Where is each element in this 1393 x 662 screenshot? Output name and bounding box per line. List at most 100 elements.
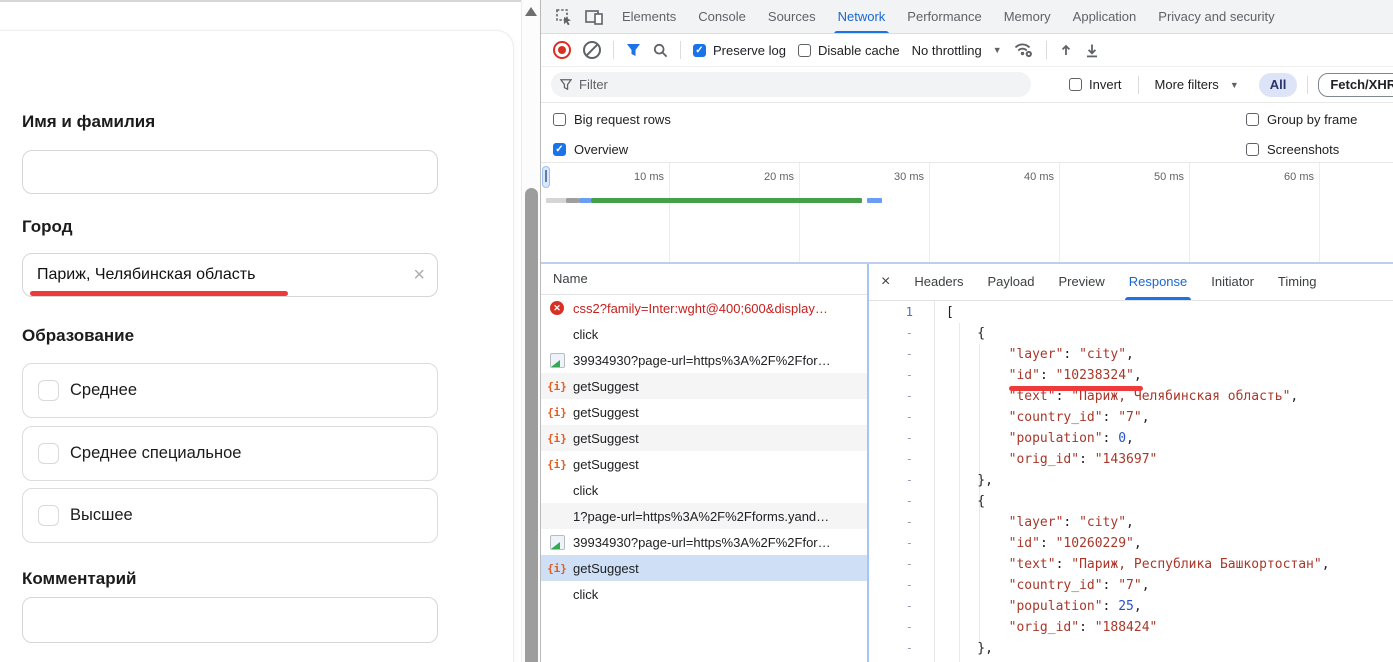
big-request-rows-checkbox[interactable]: Big request rows	[553, 112, 671, 127]
overview-checkbox-box[interactable]	[553, 143, 566, 156]
overview-drag-handle[interactable]	[542, 166, 550, 188]
export-har-icon[interactable]	[1085, 43, 1099, 58]
devtools-tab-performance[interactable]: Performance	[896, 0, 992, 34]
education-option-[interactable]: Высшее	[22, 488, 438, 543]
request-name: 39934930?page-url=https%3A%2F%2Ffor…	[573, 353, 831, 368]
detail-tab-headers[interactable]: Headers	[902, 264, 975, 300]
devtools-tab-network[interactable]: Network	[827, 0, 897, 34]
request-row-39934930-page-url-https-[interactable]: 39934930?page-url=https%3A%2F%2Ffor…	[541, 347, 867, 373]
no-icon-spacer	[549, 482, 565, 498]
filter-input[interactable]: Filter	[551, 72, 1031, 97]
request-row-1-page-url-https-3a-2f-2[interactable]: 1?page-url=https%3A%2F%2Fforms.yand…	[541, 503, 867, 529]
response-json-line: "text": "Париж, Республика Башкортостан"…	[946, 554, 1393, 575]
education-option-[interactable]: Среднее	[22, 363, 438, 418]
chevron-down-icon: ▼	[993, 45, 1002, 55]
scrollbar-thumb[interactable]	[525, 188, 538, 662]
toggle-device-toolbar-icon[interactable]	[581, 4, 607, 30]
request-list-name-header[interactable]: Name	[541, 264, 867, 295]
more-filters-dropdown[interactable]: More filters ▼	[1155, 77, 1239, 92]
request-list: Name ✕css2?family=Inter:wght@400;600&dis…	[541, 264, 867, 662]
request-row-click[interactable]: click	[541, 477, 867, 503]
response-json-line: "layer": "city",	[946, 512, 1393, 533]
filter-divider	[1138, 76, 1139, 94]
detail-tab-initiator[interactable]: Initiator	[1199, 264, 1266, 300]
group-by-frame-checkbox-box[interactable]	[1246, 113, 1259, 126]
gutter-fold-marker: -	[869, 449, 934, 470]
devtools-tab-sources[interactable]: Sources	[757, 0, 827, 34]
request-row-39934930-page-url-https-[interactable]: 39934930?page-url=https%3A%2F%2Ffor…	[541, 529, 867, 555]
devtools-tab-privacy-and-security[interactable]: Privacy and security	[1147, 0, 1285, 34]
detail-tab-payload[interactable]: Payload	[975, 264, 1046, 300]
page-scrollbar[interactable]	[521, 0, 540, 662]
invert-checkbox[interactable]: Invert	[1069, 77, 1122, 92]
education-option-[interactable]: Среднее специальное	[22, 426, 438, 481]
inspect-element-icon[interactable]	[551, 4, 577, 30]
annotation-underline-id	[1009, 386, 1143, 391]
image-icon	[549, 534, 565, 550]
record-network-log-icon[interactable]	[553, 41, 571, 59]
network-overview-timeline[interactable]: 10 ms20 ms30 ms40 ms50 ms60 ms	[541, 163, 1393, 264]
scrollbar-up-arrow-icon[interactable]	[525, 7, 537, 16]
toolbar-divider	[1046, 41, 1047, 59]
request-row-getsuggest[interactable]: {i}getSuggest	[541, 555, 867, 581]
disable-cache-checkbox-box[interactable]	[798, 44, 811, 57]
request-row-click[interactable]: click	[541, 321, 867, 347]
network-filter-bar: Filter Invert More filters ▼ All Fetch/X…	[541, 67, 1393, 103]
response-code-view[interactable]: 1---------------- [ { "layer": "city", "…	[869, 300, 1393, 662]
screenshots-checkbox-box[interactable]	[1246, 143, 1259, 156]
gutter-fold-marker: -	[869, 554, 934, 575]
request-row-click[interactable]: click	[541, 581, 867, 607]
chip-divider	[1307, 76, 1308, 94]
network-toolbar: Preserve log Disable cache No throttling…	[541, 34, 1393, 67]
detail-tab-bar: × HeadersPayloadPreviewResponseInitiator…	[869, 264, 1393, 301]
request-row-getsuggest[interactable]: {i}getSuggest	[541, 373, 867, 399]
request-row-getsuggest[interactable]: {i}getSuggest	[541, 399, 867, 425]
request-type-chip-all[interactable]: All	[1259, 73, 1298, 97]
invert-checkbox-box[interactable]	[1069, 78, 1082, 91]
gutter-fold-marker: -	[869, 386, 934, 407]
overview-bar-segment-blue2	[867, 198, 882, 203]
request-row-getsuggest[interactable]: {i}getSuggest	[541, 451, 867, 477]
response-json-line: "id": "10260229",	[946, 533, 1393, 554]
close-detail-icon[interactable]: ×	[881, 273, 890, 291]
timeline-tick-label: 60 ms	[1258, 171, 1314, 183]
screenshots-checkbox[interactable]: Screenshots	[1246, 142, 1339, 157]
overview-checkbox[interactable]: Overview	[553, 142, 628, 157]
preserve-log-checkbox[interactable]: Preserve log	[693, 43, 786, 58]
group-by-frame-checkbox[interactable]: Group by frame	[1246, 112, 1357, 127]
education-checkbox[interactable]	[38, 505, 59, 526]
clear-city-icon[interactable]: ×	[413, 254, 425, 296]
preserve-log-label: Preserve log	[713, 43, 786, 58]
network-conditions-icon[interactable]	[1014, 42, 1034, 58]
request-row-css2-family-inter-wght-4[interactable]: ✕css2?family=Inter:wght@400;600&display…	[541, 295, 867, 321]
devtools-tab-memory[interactable]: Memory	[993, 0, 1062, 34]
filter-toggle-icon[interactable]	[626, 43, 641, 57]
request-row-getsuggest[interactable]: {i}getSuggest	[541, 425, 867, 451]
toolbar-divider	[613, 41, 614, 59]
preserve-log-checkbox-box[interactable]	[693, 44, 706, 57]
import-har-icon[interactable]	[1059, 43, 1073, 58]
throttling-dropdown[interactable]: No throttling ▼	[912, 43, 1002, 58]
search-icon[interactable]	[653, 43, 668, 58]
gutter-fold-marker: -	[869, 491, 934, 512]
detail-tab-response[interactable]: Response	[1117, 264, 1200, 300]
education-option-label: Высшее	[70, 489, 133, 542]
big-request-rows-checkbox-box[interactable]	[553, 113, 566, 126]
request-type-chip-fetch-xhr[interactable]: Fetch/XHR	[1318, 73, 1393, 97]
education-checkbox[interactable]	[38, 443, 59, 464]
clear-network-log-icon[interactable]	[583, 41, 601, 59]
response-json-line: "population": 25,	[946, 596, 1393, 617]
education-checkbox[interactable]	[38, 380, 59, 401]
name-input[interactable]	[22, 150, 438, 194]
detail-tab-preview[interactable]: Preview	[1046, 264, 1116, 300]
detail-tab-timing[interactable]: Timing	[1266, 264, 1329, 300]
devtools-tab-elements[interactable]: Elements	[611, 0, 687, 34]
education-option-label: Среднее	[70, 364, 137, 417]
devtools-tab-application[interactable]: Application	[1062, 0, 1148, 34]
invert-label: Invert	[1089, 77, 1122, 92]
disable-cache-checkbox[interactable]: Disable cache	[798, 43, 900, 58]
devtools-tab-console[interactable]: Console	[687, 0, 757, 34]
timeline-gridline	[799, 163, 800, 262]
comment-input[interactable]	[22, 597, 438, 643]
response-json-line: "country_id": "7",	[946, 407, 1393, 428]
